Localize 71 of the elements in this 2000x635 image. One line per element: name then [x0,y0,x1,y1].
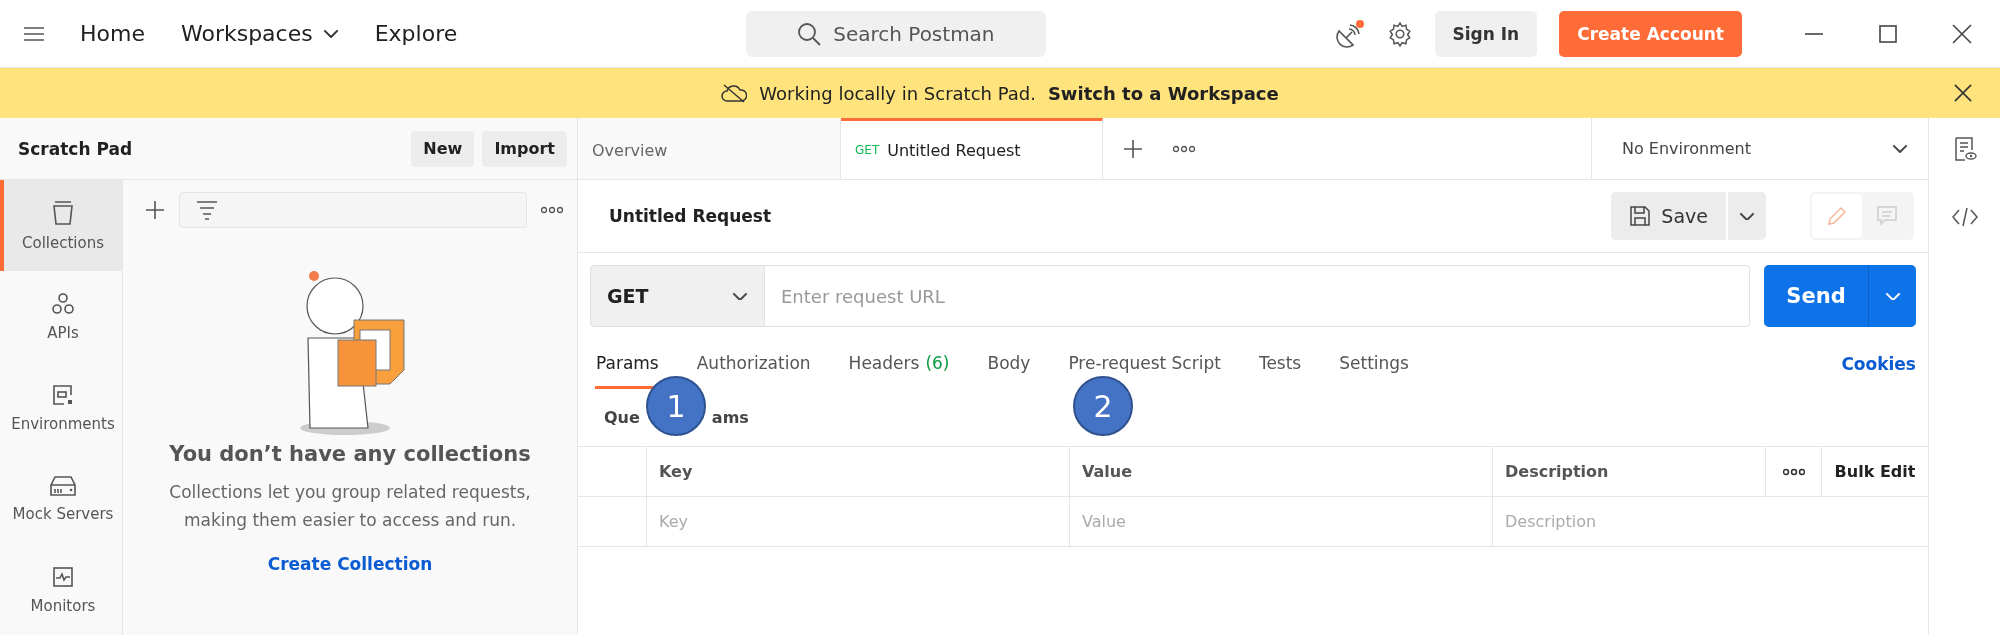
nav-link[interactable]: Home [80,21,145,46]
sidebar-item[interactable]: Mock Servers [0,453,122,544]
filter-icon [196,200,218,220]
more-icon[interactable] [1782,467,1805,476]
close-icon[interactable] [1954,84,1972,102]
request-section-tab[interactable]: Headers (6) [847,339,951,389]
save-button[interactable]: Save [1611,192,1726,240]
create-collection-link[interactable]: Create Collection [267,554,433,574]
code-icon[interactable] [1951,206,1978,227]
save-menu-button[interactable] [1728,192,1766,240]
request-section-tab[interactable]: Body [986,339,1032,389]
sign-in-button[interactable]: Sign In [1434,10,1538,57]
nav-link[interactable]: Explore [374,21,458,46]
column-header: Key [647,447,1070,496]
chevron-down-icon [1884,291,1901,301]
environment-icon [51,382,75,407]
numbered-callout: 2 [1073,376,1133,436]
settings-icon[interactable] [1386,20,1413,47]
banner-text: Working locally in Scratch Pad. [759,82,1036,104]
header-button[interactable]: New [411,130,475,167]
nav-link[interactable]: Workspaces [180,21,339,46]
tab-label: Untitled Request [887,140,1021,160]
bulk-edit-button[interactable]: Bulk Edit [1822,447,1928,496]
maximize-icon[interactable] [1878,23,1898,44]
search-field[interactable]: Search Postman [745,10,1046,57]
search-icon [797,21,822,46]
filter-field[interactable] [179,192,527,228]
method-select[interactable]: GET [590,265,765,327]
request-section-tab[interactable]: Settings [1338,339,1410,389]
url-field[interactable]: Enter request URL [765,265,1750,327]
cloud-off-icon [721,83,748,103]
section-title: Que [604,408,640,427]
request-tab[interactable]: GET Untitled Request [841,118,1103,179]
plus-icon[interactable] [145,200,165,220]
satellite-icon[interactable] [1334,18,1365,49]
more-icon[interactable] [541,206,563,214]
pencil-icon [1826,205,1848,227]
column-header: Value [1070,447,1493,496]
numbered-callout: 1 [646,376,706,436]
empty-state-text: Collections let you group related requests, making them easier to access and run. [168,481,532,532]
more-icon[interactable] [1173,144,1195,153]
workspace-title: Scratch Pad [18,138,133,159]
request-section-tab[interactable]: Tests [1257,339,1303,389]
menu-icon[interactable] [24,26,44,41]
circles-icon [51,291,75,316]
search-placeholder: Search Postman [833,21,995,46]
server-icon [49,474,77,497]
request-title: Untitled Request [609,206,772,226]
trash-can-icon [51,199,75,226]
comment-icon [1876,205,1898,227]
document-eye-icon[interactable] [1952,136,1977,162]
section-title: ams [711,408,749,427]
chevron-down-icon [1892,144,1908,153]
empty-state-title: You don’t have any collections [169,442,531,466]
sidebar-item[interactable]: Monitors [0,544,122,635]
sidebar-item[interactable]: Collections [0,180,122,271]
monitor-pulse-icon [51,564,75,589]
sidebar-item[interactable]: APIs [0,271,122,362]
chevron-down-icon [1739,211,1755,221]
close-icon[interactable] [1952,23,1972,44]
cookies-link[interactable]: Cookies [1841,354,1916,374]
column-header: Description [1493,447,1766,496]
plus-icon[interactable] [1123,138,1143,159]
method-label: GET [855,143,880,157]
sidebar-item[interactable]: Environments [0,362,122,453]
chevron-down-icon [732,291,748,301]
request-tab[interactable]: Overview [578,118,841,179]
header-button[interactable]: Import [482,130,567,167]
environment-select[interactable]: No Environment [1591,118,1928,179]
tab-label: Overview [592,140,668,160]
switch-workspace-link[interactable]: Switch to a Workspace [1047,82,1279,104]
